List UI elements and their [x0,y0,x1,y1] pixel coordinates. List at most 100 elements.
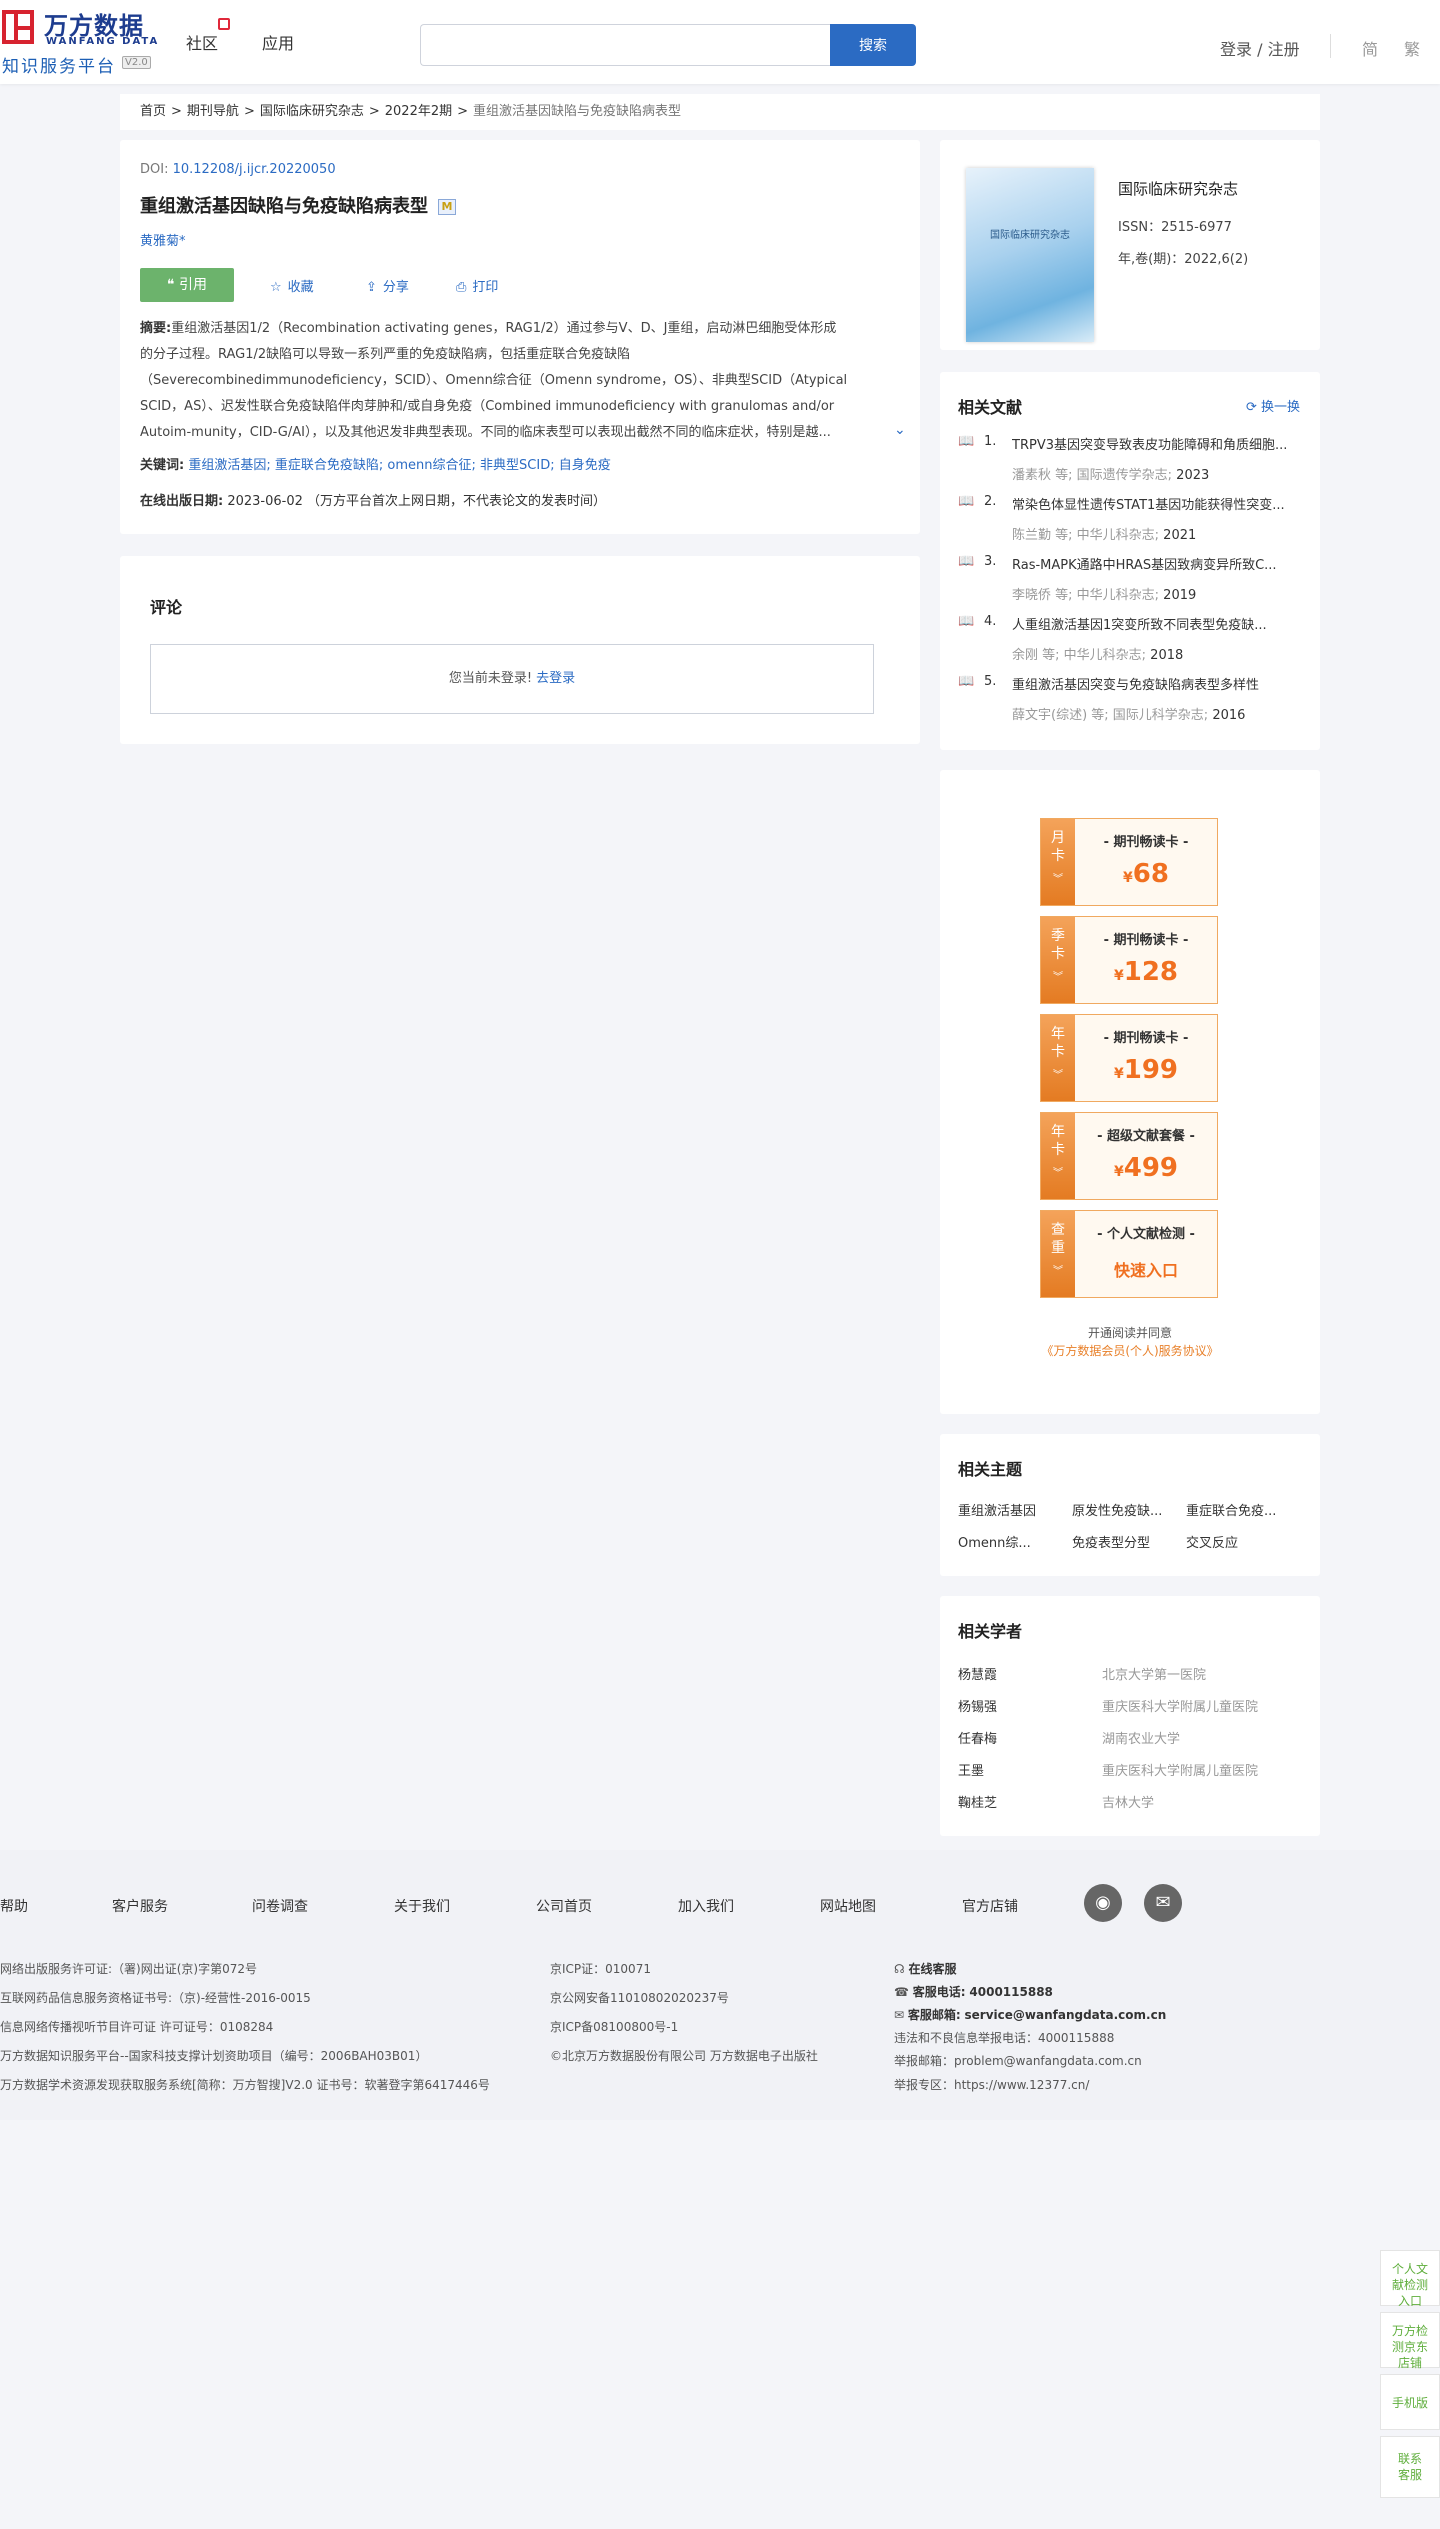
crumb-journal[interactable]: 国际临床研究杂志 [260,104,364,119]
report-zone-link[interactable]: 举报专区：https://www.12377.cn/ [894,2076,1089,2093]
wanfang-logo[interactable]: 万方数据 WANFANG DATA 知识服务平台 V2.0 [0,6,160,77]
topic-link[interactable]: 原发性免疫缺... [1072,1500,1162,1519]
footer-help-link[interactable]: 帮助 [0,1896,28,1916]
related-doc-title[interactable]: 人重组激活基因1突变所致不同表型免疫缺... [1012,614,1312,633]
topic-link[interactable]: 重症联合免疫... [1186,1500,1276,1519]
side-jd-store[interactable]: 万方检测京东店铺 [1380,2312,1440,2370]
scholar-org[interactable]: 重庆医科大学附属儿童医院 [1102,1760,1258,1779]
email-address[interactable]: service@wanfangdata.com.cn [965,2008,1167,2022]
related-doc-meta: 薛文宇(综述) 等; 国际儿科学杂志; 2016 [1012,704,1245,723]
scholar-org[interactable]: 重庆医科大学附属儿童医院 [1102,1696,1258,1715]
doi-link[interactable]: 10.12208/j.ijcr.20220050 [173,162,336,177]
side-contact-service[interactable]: 联系客服 [1380,2436,1440,2498]
keyword-link[interactable]: 非典型SCID; [480,458,555,473]
crumb-journal-nav[interactable]: 期刊导航 [187,104,239,119]
publish-date-row: 在线出版日期: 2023-06-02 （万方平台首次上网日期，不代表论文的发表时… [140,490,606,509]
search-button[interactable]: 搜索 [830,24,916,66]
footer-survey-link[interactable]: 问卷调查 [252,1896,308,1916]
go-login-link[interactable]: 去登录 [536,671,575,686]
related-doc-title[interactable]: 重组激活基因突变与免疫缺陷病表型多样性 [1012,674,1312,693]
related-doc-title[interactable]: TRPV3基因突变导致表皮功能障碍和角质细胞... [1012,434,1312,453]
nav-community[interactable]: 社区 [186,30,218,54]
related-doc-source: 李晓侨 等; 中华儿科杂志; [1012,588,1164,603]
keyword-link[interactable]: 重症联合免疫缺陷; [275,458,383,473]
author-link[interactable]: 黄雅菊* [140,230,186,249]
crumb-home[interactable]: 首页 [140,104,166,119]
related-docs-title: 相关文献 [958,398,1023,417]
swap-button[interactable]: ⟳ 换一换 [1246,396,1300,415]
expand-abstract-icon[interactable]: ⌄ [894,422,906,438]
related-doc-year: 2019 [1163,588,1197,603]
promo-heading: - 期刊畅读卡 - [1103,933,1189,948]
abstract: 摘要:重组激活基因1/2（Recombination activating ge… [140,316,898,446]
nav-apps[interactable]: 应用 [262,30,294,54]
star-icon: ☆ [270,280,282,295]
scholar-name[interactable]: 鞠桂芝 [958,1792,997,1811]
online-service-link[interactable]: ☊ 在线客服 [894,1960,957,1977]
footer-license: 互联网药品信息服务资格证书号:（京)-经营性-2016-0015 [0,1991,311,2005]
keyword-link[interactable]: 自身免疫 [559,458,611,473]
keyword-link[interactable]: omenn综合征; [387,458,475,473]
double-chevron-down-icon: ︾ [1053,1070,1063,1081]
scholar-name[interactable]: 杨锡强 [958,1696,997,1715]
topic-link[interactable]: Omenn综... [958,1532,1031,1551]
share-button[interactable]: ⇪ 分享 [366,276,409,295]
related-topics-title: 相关主题 [958,1460,1023,1479]
search-input[interactable] [420,24,830,66]
online-service-label: 在线客服 [908,1962,957,1976]
related-doc-title[interactable]: Ras-MAPK通路中HRAS基因致病变异所致C... [1012,554,1312,573]
super-package-promo[interactable]: 年卡 ︾ - 超级文献套餐 - ¥499 [1040,1112,1218,1200]
scholar-name[interactable]: 杨慧霞 [958,1664,997,1683]
journal-name[interactable]: 国际临床研究杂志 [1118,178,1238,199]
side-tab-label: 手机版 [1391,2396,1428,2410]
favorite-button[interactable]: ☆ 收藏 [270,276,314,295]
side-tab-label: 个人文献检测入口 [1391,2262,1428,2308]
keyword-link[interactable]: 重组激活基因; [188,458,270,473]
topic-link[interactable]: 交叉反应 [1186,1532,1238,1551]
scholar-name[interactable]: 任春梅 [958,1728,997,1747]
quarterly-card-promo[interactable]: 季卡 ︾ - 期刊畅读卡 - ¥128 [1040,916,1218,1004]
scholar-org[interactable]: 湖南农业大学 [1102,1728,1180,1747]
footer-about-link[interactable]: 关于我们 [394,1896,450,1916]
login-register-link[interactable]: 登录 / 注册 [1220,36,1300,60]
related-doc-title[interactable]: 常染色体显性遗传STAT1基因功能获得性突变... [1012,494,1312,513]
quick-entry-label: 快速入口 [1113,1261,1178,1280]
footer: 帮助 客户服务 问卷调查 关于我们 公司首页 加入我们 网站地图 官方店铺 ◉ … [0,1850,1440,2120]
cite-button[interactable]: ❝ 引用 [140,268,234,302]
topic-link[interactable]: 免疫表型分型 [1072,1532,1150,1551]
book-icon: 📖 [958,434,975,449]
footer-join-us-link[interactable]: 加入我们 [678,1896,734,1916]
side-mobile-version[interactable]: 手机版 [1380,2374,1440,2430]
swap-label: 换一换 [1260,400,1300,415]
journal-cover[interactable]: 国际临床研究杂志 [966,168,1094,342]
footer-sitemap-link[interactable]: 网站地图 [820,1896,876,1916]
weibo-icon[interactable]: ◉ [1084,1884,1122,1922]
promo-tab-char: 卡 [1051,848,1065,864]
plagiarism-check-promo[interactable]: 查重 ︾ - 个人文献检测 - 快速入口 [1040,1210,1218,1298]
related-doc-source: 余刚 等; 中华儿科杂志; [1012,648,1151,663]
article-card: DOI: 10.12208/j.ijcr.20220050 重组激活基因缺陷与免… [120,140,920,534]
crumb-issue[interactable]: 2022年2期 [385,104,452,119]
monthly-card-promo[interactable]: 月卡 ︾ - 期刊畅读卡 - ¥68 [1040,818,1218,906]
lang-simplified[interactable]: 简 [1362,36,1378,60]
lang-traditional[interactable]: 繁 [1404,36,1420,60]
yearly-card-promo[interactable]: 年卡 ︾ - 期刊畅读卡 - ¥199 [1040,1014,1218,1102]
footer-official-store-link[interactable]: 官方店铺 [962,1896,1018,1916]
related-doc-meta: 李晓侨 等; 中华儿科杂志; 2019 [1012,584,1196,603]
print-button[interactable]: ⎙ 打印 [456,276,498,295]
comment-box: 您当前未登录! 去登录 [150,644,874,714]
topic-link[interactable]: 重组激活基因 [958,1500,1036,1519]
footer-customer-service-link[interactable]: 客户服务 [112,1896,168,1916]
report-phone: 违法和不良信息举报电话：4000115888 [894,2031,1115,2045]
pub-date-note: （万方平台首次上网日期，不代表论文的发表时间） [307,494,607,509]
scholar-org[interactable]: 吉林大学 [1102,1792,1154,1811]
wechat-icon[interactable]: ✉ [1144,1884,1182,1922]
service-agreement-link[interactable]: 《万方数据会员(个人)服务协议》 [940,1342,1320,1359]
scholar-name[interactable]: 王墨 [958,1760,984,1779]
footer-company-home-link[interactable]: 公司首页 [536,1896,592,1916]
promo-tab: 月卡 ︾ [1041,819,1075,905]
side-plagiarism-entry[interactable]: 个人文献检测入口 [1380,2250,1440,2308]
cite-label: 引用 [178,277,207,293]
scholar-org[interactable]: 北京大学第一医院 [1102,1664,1206,1683]
price-value: 68 [1132,859,1169,889]
